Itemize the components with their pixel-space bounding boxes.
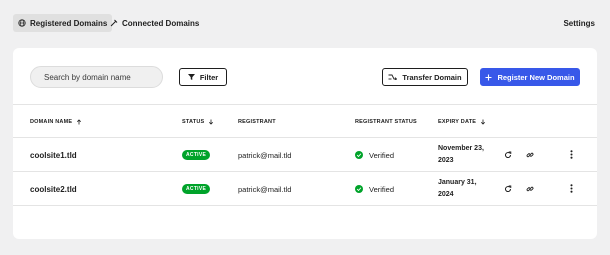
kebab-menu-icon (569, 146, 573, 164)
check-circle-icon (355, 185, 363, 193)
column-domain-name[interactable]: DOMAIN NAME (30, 105, 82, 138)
tab-connected-domains-label: Connected Domains (122, 18, 200, 28)
check-circle-icon (355, 151, 363, 159)
transfer-domain-button[interactable]: Transfer Domain (382, 68, 468, 86)
globe-icon (18, 19, 26, 27)
domain-name[interactable]: coolsite2.tld (30, 172, 77, 206)
link-icon (526, 146, 534, 164)
status-cell: ACTIVE (182, 172, 211, 206)
copy-link-button[interactable] (524, 172, 536, 206)
column-registrant: REGISTRANT (238, 105, 276, 138)
transfer-icon (388, 74, 398, 80)
status-cell: ACTIVE (182, 138, 211, 172)
tab-connected-domains[interactable]: Connected Domains (105, 14, 204, 32)
tab-registered-domains-label: Registered Domains (30, 18, 108, 28)
column-registrant-status: REGISTRANT STATUS (355, 105, 417, 138)
tab-registered-domains[interactable]: Registered Domains (13, 14, 113, 32)
top-navigation: Registered Domains Connected Domains Set… (13, 14, 595, 32)
register-new-domain-button[interactable]: Register New Domain (480, 68, 580, 86)
copy-link-button[interactable] (524, 138, 536, 172)
registrant-status-label: Verified (369, 150, 395, 160)
settings-link[interactable]: Settings (563, 14, 595, 32)
table-row: coolsite2.tld ACTIVE patrick@mail.tld Ve… (13, 172, 597, 206)
column-registrant-status-label: REGISTRANT STATUS (355, 118, 417, 125)
expiry-date: November 23, 2023 (438, 145, 484, 164)
column-registrant-label: REGISTRANT (238, 118, 276, 125)
registrant-email: patrick@mail.tld (238, 184, 292, 194)
filter-label: Filter (199, 72, 219, 82)
sort-descending-icon (480, 119, 486, 125)
transfer-domain-label: Transfer Domain (402, 72, 462, 82)
registrant-status: Verified (355, 172, 394, 206)
plug-icon (110, 19, 118, 27)
filter-button[interactable]: Filter (179, 68, 227, 86)
column-domain-name-label: DOMAIN NAME (30, 118, 73, 125)
refresh-icon (504, 146, 512, 164)
register-new-domain-label: Register New Domain (497, 72, 575, 82)
column-status[interactable]: STATUS (182, 105, 214, 138)
domain-name[interactable]: coolsite1.tld (30, 138, 77, 172)
column-status-label: STATUS (182, 118, 205, 125)
status-badge: ACTIVE (182, 150, 211, 160)
renew-button[interactable] (502, 138, 514, 172)
kebab-menu-icon (569, 180, 573, 198)
domains-card: Search by domain name Filter Transfer Do… (13, 48, 597, 239)
table-header: DOMAIN NAME STATUS REGISTRANT REGISTRANT… (13, 105, 597, 138)
registrant-email: patrick@mail.tld (238, 150, 292, 160)
expiry-date: January 31, 2024 (438, 179, 477, 198)
table-row: coolsite1.tld ACTIVE patrick@mail.tld Ve… (13, 138, 597, 172)
sort-descending-icon (208, 119, 214, 125)
plus-icon (485, 74, 492, 81)
toolbar: Search by domain name Filter Transfer Do… (13, 48, 597, 105)
status-badge: ACTIVE (182, 184, 211, 194)
refresh-icon (504, 180, 512, 198)
column-expiry-date-label: EXPIRY DATE (438, 118, 477, 125)
registrant-status: Verified (355, 138, 394, 172)
sort-ascending-icon (76, 118, 82, 125)
filter-icon (187, 74, 195, 80)
more-options-button[interactable] (565, 172, 577, 206)
expiry-cell: November 23, 2023 (438, 138, 494, 172)
search-input[interactable]: Search by domain name (30, 66, 163, 88)
more-options-button[interactable] (565, 138, 577, 172)
expiry-cell: January 31, 2024 (438, 172, 494, 206)
registrant-status-label: Verified (369, 184, 395, 194)
renew-button[interactable] (502, 172, 514, 206)
link-icon (526, 180, 534, 198)
column-expiry-date[interactable]: EXPIRY DATE (438, 105, 486, 138)
